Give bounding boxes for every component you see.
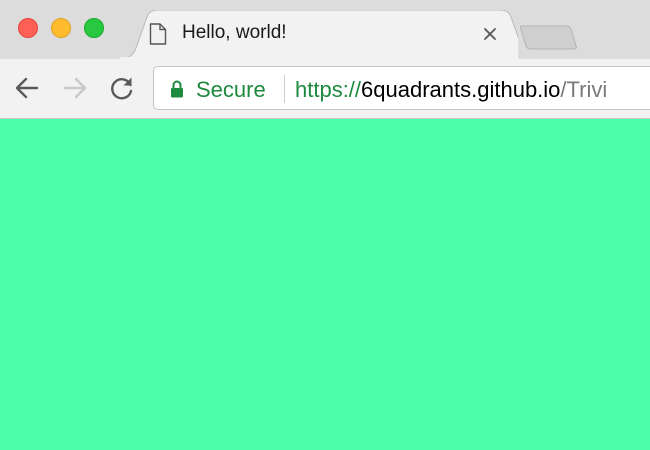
url-text[interactable]: https://6quadrants.github.io/Trivi (295, 77, 607, 103)
browser-window: Hello, world! Secure https://6quadrants.… (0, 0, 650, 450)
url-path: /Trivi (560, 77, 608, 102)
tab-active[interactable]: Hello, world! (120, 10, 518, 59)
close-icon[interactable] (480, 24, 500, 44)
window-close-button[interactable] (18, 18, 38, 38)
url-host: 6quadrants.github.io (361, 77, 561, 102)
address-bar[interactable]: Secure https://6quadrants.github.io/Triv… (153, 66, 650, 110)
reload-icon[interactable] (108, 74, 136, 102)
tab-shape (120, 10, 518, 59)
page-icon (149, 23, 167, 45)
browser-toolbar: Secure https://6quadrants.github.io/Triv… (0, 59, 650, 119)
secure-label[interactable]: Secure (196, 77, 266, 103)
new-tab-button[interactable] (519, 24, 578, 50)
lock-icon (170, 80, 184, 98)
tab-title: Hello, world! (182, 22, 287, 43)
window-minimize-button[interactable] (51, 18, 71, 38)
url-scheme: https:// (295, 77, 362, 102)
omnibox-divider (284, 75, 285, 103)
arrow-right-icon[interactable] (61, 74, 89, 102)
page-content (0, 119, 650, 450)
window-maximize-button[interactable] (84, 18, 104, 38)
arrow-left-icon[interactable] (13, 74, 41, 102)
tab-strip: Hello, world! (0, 0, 650, 59)
